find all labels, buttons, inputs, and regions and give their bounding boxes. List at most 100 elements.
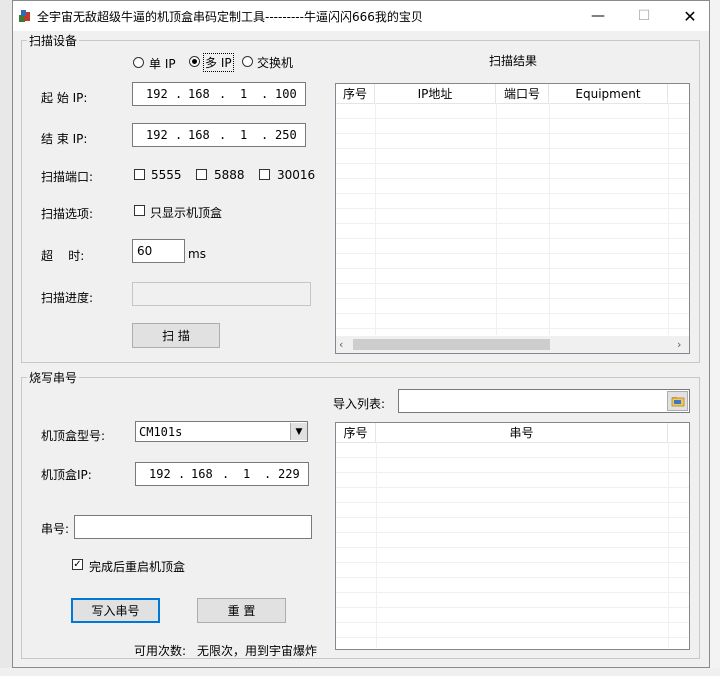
end-ip-label: 结 束 IP: — [41, 132, 88, 146]
list-gridline — [336, 178, 689, 179]
stb-model-select[interactable]: CM101s ▼ — [135, 421, 308, 442]
scan-results-label: 扫描结果 — [489, 54, 538, 68]
stb-only-checkbox[interactable] — [134, 205, 145, 216]
start-ip-input[interactable]: 192 . 168 . 1 . 100 — [132, 82, 306, 106]
list-gridline — [336, 193, 689, 194]
stb-model-label: 机顶盒型号: — [41, 429, 106, 443]
stb-ip-octet-2[interactable]: 168 — [191, 467, 213, 481]
port-5555-checkbox[interactable] — [134, 169, 145, 180]
import-list-input[interactable] — [398, 389, 690, 413]
start-ip-label: 起 始 IP: — [41, 91, 88, 105]
end-ip-octet-4[interactable]: 250 — [275, 128, 297, 142]
scan-group-label: 扫描设备 — [27, 32, 80, 49]
port-30016-label[interactable]: 30016 — [277, 168, 315, 182]
list-gridline — [336, 268, 689, 269]
timeout-value[interactable]: 60 — [137, 244, 152, 258]
list-gridline — [336, 118, 689, 119]
scan-results-hscrollbar[interactable]: ‹ › — [336, 336, 689, 353]
maximize-button[interactable]: ☐ — [621, 1, 667, 31]
port-5888-label[interactable]: 5888 — [214, 168, 245, 182]
app-icon — [19, 10, 30, 22]
scrollbar-thumb[interactable] — [353, 339, 550, 350]
reboot-checkbox[interactable]: ✓ — [72, 559, 83, 570]
stb-ip-input[interactable]: 192 . 168 . 1 . 229 — [135, 462, 309, 486]
scan-option-label: 扫描选项: — [41, 207, 94, 221]
start-ip-octet-3[interactable]: 1 — [240, 87, 247, 101]
list-gridline — [336, 328, 689, 329]
serial-list[interactable]: 序号 串号 — [335, 422, 690, 650]
list-gridline — [336, 298, 689, 299]
list-gridline — [336, 517, 689, 518]
port-30016-checkbox[interactable] — [259, 169, 270, 180]
import-list-label: 导入列表: — [333, 397, 386, 411]
write-serial-button[interactable]: 写入串号 — [71, 598, 160, 623]
scroll-right-arrow-icon[interactable]: › — [677, 338, 681, 351]
serial-label: 串号: — [41, 522, 70, 536]
list-gridline — [336, 283, 689, 284]
scan-button[interactable]: 扫 描 — [132, 323, 220, 348]
list-gridline — [336, 253, 689, 254]
list-gridline — [336, 532, 689, 533]
chevron-down-icon[interactable]: ▼ — [290, 423, 307, 440]
reboot-label[interactable]: 完成后重启机顶盒 — [89, 558, 185, 575]
list-gridline — [336, 502, 689, 503]
port-5888-checkbox[interactable] — [196, 169, 207, 180]
browse-button[interactable] — [667, 391, 688, 411]
start-ip-octet-4[interactable]: 100 — [275, 87, 297, 101]
radio-single-ip-label[interactable]: 单 IP — [149, 55, 176, 72]
list-gridline — [336, 622, 689, 623]
list-gridline — [336, 238, 689, 239]
end-ip-octet-2[interactable]: 168 — [188, 128, 210, 142]
radio-single-ip[interactable] — [133, 57, 144, 68]
col-index[interactable]: 序号 — [336, 84, 375, 103]
start-ip-octet-1[interactable]: 192 — [146, 87, 168, 101]
reset-button[interactable]: 重 置 — [197, 598, 286, 623]
list-gridline — [336, 577, 689, 578]
list-gridline — [336, 223, 689, 224]
end-ip-octet-1[interactable]: 192 — [146, 128, 168, 142]
stb-ip-octet-4[interactable]: 229 — [278, 467, 300, 481]
radio-multi-ip[interactable] — [189, 56, 200, 67]
timeout-unit: ms — [188, 247, 206, 261]
col-serial-index[interactable]: 序号 — [336, 423, 376, 442]
list-gridline — [336, 313, 689, 314]
list-gridline — [336, 133, 689, 134]
stb-model-value[interactable]: CM101s — [139, 425, 182, 439]
background-app-edge — [0, 0, 12, 676]
start-ip-octet-2[interactable]: 168 — [188, 87, 210, 101]
scan-results-header: 序号 IP地址 端口号 Equipment — [336, 84, 689, 104]
col-equipment[interactable]: Equipment — [549, 84, 668, 103]
background-app-edge-bottom — [0, 668, 720, 676]
list-gridline — [336, 472, 689, 473]
stb-only-label[interactable]: 只显示机顶盒 — [150, 204, 222, 221]
scan-progress-label: 扫描进度: — [41, 291, 94, 305]
port-5555-label[interactable]: 5555 — [151, 168, 182, 182]
scan-progress-bar — [132, 282, 311, 306]
close-button[interactable]: ✕ — [667, 1, 713, 31]
list-gridline — [336, 163, 689, 164]
main-window: 全宇宙无敌超级牛逼的机顶盒串码定制工具---------牛逼闪闪666我的宝贝 … — [12, 0, 710, 668]
end-ip-octet-3[interactable]: 1 — [240, 128, 247, 142]
minimize-button[interactable]: — — [575, 1, 621, 31]
title-bar[interactable]: 全宇宙无敌超级牛逼的机顶盒串码定制工具---------牛逼闪闪666我的宝贝 … — [13, 1, 709, 31]
col-serial[interactable]: 串号 — [376, 423, 668, 442]
col-port[interactable]: 端口号 — [496, 84, 549, 103]
radio-multi-ip-label[interactable]: 多 IP — [203, 53, 234, 72]
stb-ip-octet-3[interactable]: 1 — [243, 467, 250, 481]
scan-results-list[interactable]: 序号 IP地址 端口号 Equipment ‹ › — [335, 83, 690, 354]
timeout-input[interactable]: 60 — [132, 239, 185, 263]
col-ip[interactable]: IP地址 — [375, 84, 496, 103]
folder-icon — [671, 397, 684, 407]
list-gridline — [336, 457, 689, 458]
stb-ip-octet-1[interactable]: 192 — [149, 467, 171, 481]
window-title: 全宇宙无敌超级牛逼的机顶盒串码定制工具---------牛逼闪闪666我的宝贝 — [37, 10, 423, 24]
list-gridline — [336, 547, 689, 548]
end-ip-input[interactable]: 192 . 168 . 1 . 250 — [132, 123, 306, 147]
serial-input[interactable] — [74, 515, 312, 539]
scroll-left-arrow-icon[interactable]: ‹ — [339, 338, 343, 351]
burn-group-label: 烧写串号 — [27, 369, 80, 386]
radio-switch-label[interactable]: 交换机 — [257, 54, 293, 71]
radio-switch[interactable] — [242, 56, 253, 67]
list-gridline — [336, 148, 689, 149]
usage-label: 可用次数: — [134, 644, 187, 658]
